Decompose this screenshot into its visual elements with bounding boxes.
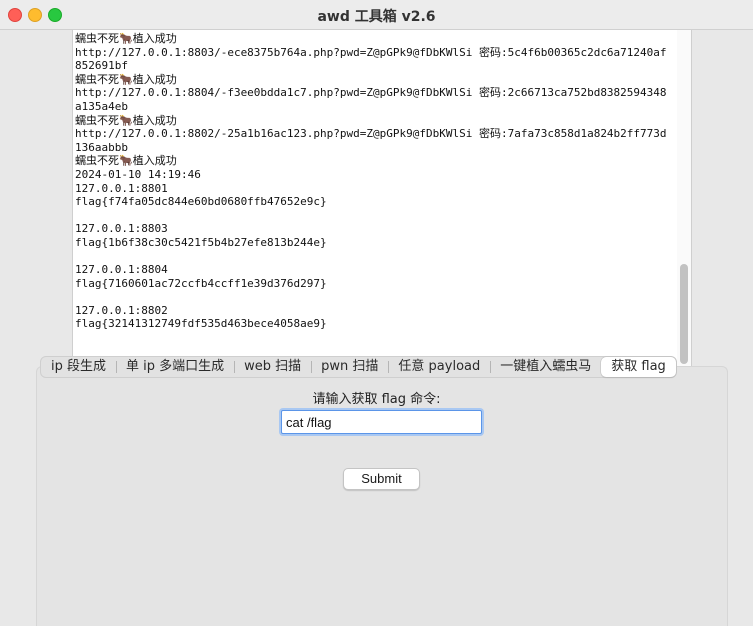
submit-button[interactable]: Submit	[343, 468, 420, 490]
output-scrollbar[interactable]	[677, 30, 691, 367]
output-line: flag{32141312749fdf535d463bece4058ae9}	[75, 317, 327, 331]
output-line: 2024-01-10 14:19:46	[75, 167, 201, 181]
tab-any-payload[interactable]: 任意 payload	[388, 357, 490, 377]
output-log: 蠕虫不死🐂植入成功 http://127.0.0.1:8803/-ece8375b…	[75, 32, 671, 331]
output-line: 蠕虫不死🐂植入成功	[75, 72, 177, 86]
tab-bar: ip 段生成 单 ip 多端口生成 web 扫描 pwn 扫描 任意 paylo…	[40, 356, 677, 378]
output-line: 蠕虫不死🐂植入成功	[75, 154, 177, 168]
window-title: awd 工具箱 v2.6	[317, 9, 436, 25]
tab-web-scan[interactable]: web 扫描	[234, 357, 311, 377]
flag-command-input[interactable]	[281, 410, 482, 434]
tab-pwn-scan[interactable]: pwn 扫描	[311, 357, 388, 377]
tab-get-flag[interactable]: 获取 flag	[601, 357, 676, 377]
output-line: 蠕虫不死🐂植入成功	[75, 32, 177, 45]
title-bar: awd 工具箱 v2.6	[0, 0, 753, 30]
tab-implant-worm[interactable]: 一键植入蠕虫马	[490, 357, 601, 377]
output-line: 蠕虫不死🐂植入成功	[75, 113, 177, 127]
output-line: http://127.0.0.1:8802/-25a1b16ac123.php?…	[75, 127, 667, 154]
output-line: http://127.0.0.1:8803/-ece8375b764a.php?…	[75, 45, 667, 73]
output-line: flag{f74fa05dc844e60bd0680ffb47652e9c}	[75, 195, 327, 209]
output-line: flag{1b6f38c30c5421f5b4b27efe813b244e}	[75, 235, 327, 249]
command-prompt-label: 请输入获取 flag 命令:	[312, 392, 441, 407]
tab-ip-range[interactable]: ip 段生成	[41, 357, 116, 377]
output-line: 127.0.0.1:8802	[75, 303, 168, 317]
output-line: 127.0.0.1:8801	[75, 181, 168, 195]
tab-single-ip-multi-port[interactable]: 单 ip 多端口生成	[116, 357, 234, 377]
output-line: 127.0.0.1:8803	[75, 222, 168, 236]
output-line: 127.0.0.1:8804	[75, 263, 168, 277]
output-scrollbar-thumb[interactable]	[680, 264, 688, 364]
output-line: http://127.0.0.1:8804/-f3ee0bdda1c7.php?…	[75, 86, 667, 113]
output-text-area[interactable]: 蠕虫不死🐂植入成功 http://127.0.0.1:8803/-ece8375b…	[72, 30, 692, 368]
output-line: flag{7160601ac72ccfb4ccff1e39d376d297}	[75, 276, 327, 290]
